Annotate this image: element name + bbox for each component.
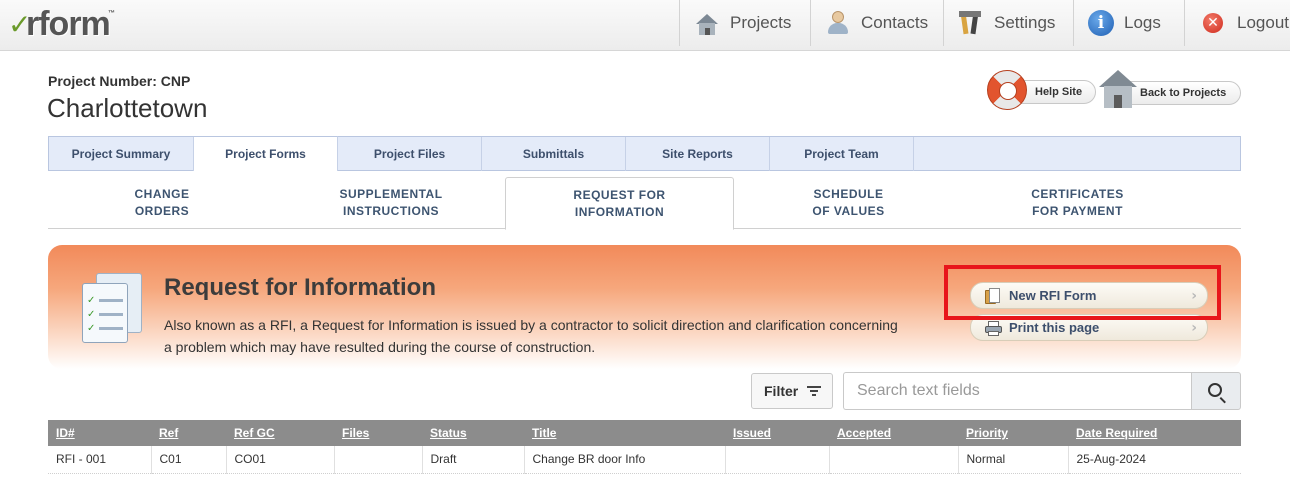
search-button[interactable] [1191,372,1241,410]
filter-icon [807,386,821,397]
subtab-line: FOR PAYMENT [1032,204,1123,218]
button-label: Print this page [1009,320,1100,335]
logout-icon: ✕ [1201,10,1227,36]
subtab-schedule-of-values[interactable]: SCHEDULE OF VALUES [734,177,963,229]
subtab-line: CERTIFICATES [1031,187,1124,201]
table-row[interactable]: RFI - 001 C01 CO01 Draft Change BR door … [48,446,1241,474]
tab-project-files[interactable]: Project Files [338,137,482,171]
nav-label: Logs [1124,13,1161,32]
tab-project-forms[interactable]: Project Forms [194,136,338,171]
cell-date-required: 25-Aug-2024 [1068,446,1241,474]
tab-project-summary[interactable]: Project Summary [49,137,194,171]
filter-label: Filter [764,383,799,399]
column-header[interactable]: Priority [958,420,1068,446]
table-header-row: ID# Ref Ref GC Files Status Title Issued… [48,420,1241,446]
cell-status: Draft [422,446,525,474]
cell-ref: C01 [151,446,227,474]
search-input[interactable] [843,372,1192,410]
person-icon [825,10,851,36]
chevron-right-icon: › [1191,320,1197,336]
nav-contacts[interactable]: Contacts [810,0,943,46]
filter-button[interactable]: Filter [751,373,833,409]
nav-settings[interactable]: Settings [943,0,1073,46]
cell-title[interactable]: Change BR door Info [524,446,726,474]
column-header[interactable]: ID# [48,420,151,446]
trademark: ™ [108,10,115,17]
cell-files [334,446,423,474]
rfi-table: ID# Ref Ref GC Files Status Title Issued… [48,420,1241,474]
highlight-box [944,265,1221,320]
logo-text: rform [26,5,111,43]
subtab-line: SCHEDULE [813,187,884,201]
form-type-tabs: CHANGE ORDERS SUPPLEMENTAL INSTRUCTIONS RE… [48,177,1241,230]
subtab-line: REQUEST FOR [573,187,666,202]
checklist-icon: ✓ ✓ ✓ [78,273,150,345]
nav-label: Projects [730,13,792,32]
subtab-line: ORDERS [134,204,190,218]
printer-icon [985,321,1002,336]
rform-logo[interactable]: ✓ rform ™ [8,6,118,42]
subtab-certificates-for-payment[interactable]: CERTIFICATES FOR PAYMENT [963,177,1192,229]
subtab-line: INSTRUCTIONS [343,204,439,218]
cell-priority: Normal [958,446,1069,474]
subtab-supplemental-instructions[interactable]: SUPPLEMENTAL INSTRUCTIONS [276,177,506,229]
tab-submittals[interactable]: Submittals [482,137,626,171]
cell-issued [725,446,830,474]
search-icon [1208,383,1222,397]
column-header[interactable]: Ref [151,420,226,446]
top-bar: ✓ rform ™ Projects Contacts Settings i L… [0,0,1290,51]
column-header[interactable]: Ref GC [226,420,334,446]
project-number: Project Number: CNP [48,73,191,89]
tools-icon [958,10,984,36]
column-header[interactable]: Date Required [1068,420,1241,446]
tab-site-reports[interactable]: Site Reports [626,137,770,171]
column-header[interactable]: Status [422,420,524,446]
nav-logs[interactable]: i Logs [1073,0,1184,46]
column-header[interactable]: Accepted [829,420,958,446]
banner-title: Request for Information [164,274,437,301]
project-tabs: Project Summary Project Forms Project Fi… [48,136,1241,171]
info-icon: i [1088,10,1114,36]
subtab-line: INFORMATION [574,204,665,219]
subtab-line: OF VALUES [812,204,885,218]
tab-project-team[interactable]: Project Team [770,137,914,171]
subtab-request-for-information[interactable]: REQUEST FOR INFORMATION [505,177,734,230]
lifebuoy-icon[interactable] [987,70,1027,110]
column-header[interactable]: Files [334,420,422,446]
subtab-change-orders[interactable]: CHANGE ORDERS [48,177,276,229]
cell-accepted [829,446,959,474]
nav-label: Settings [994,13,1056,32]
column-header[interactable]: Title [524,420,725,446]
banner-description: Also known as a RFI, a Request for Infor… [164,317,898,355]
cell-ref-gc: CO01 [226,446,335,474]
nav-label: Contacts [861,13,929,32]
nav-label: Logout [1237,13,1289,32]
house-icon[interactable] [1099,70,1137,110]
subtab-line: SUPPLEMENTAL [339,187,443,201]
house-icon [696,14,722,40]
column-header[interactable]: Issued [725,420,829,446]
project-name: Charlottetown [47,93,208,123]
nav-projects[interactable]: Projects [679,0,810,46]
nav-logout[interactable]: ✕ Logout [1184,0,1290,46]
subtab-line: CHANGE [134,187,190,201]
cell-id[interactable]: RFI - 001 [48,446,152,474]
